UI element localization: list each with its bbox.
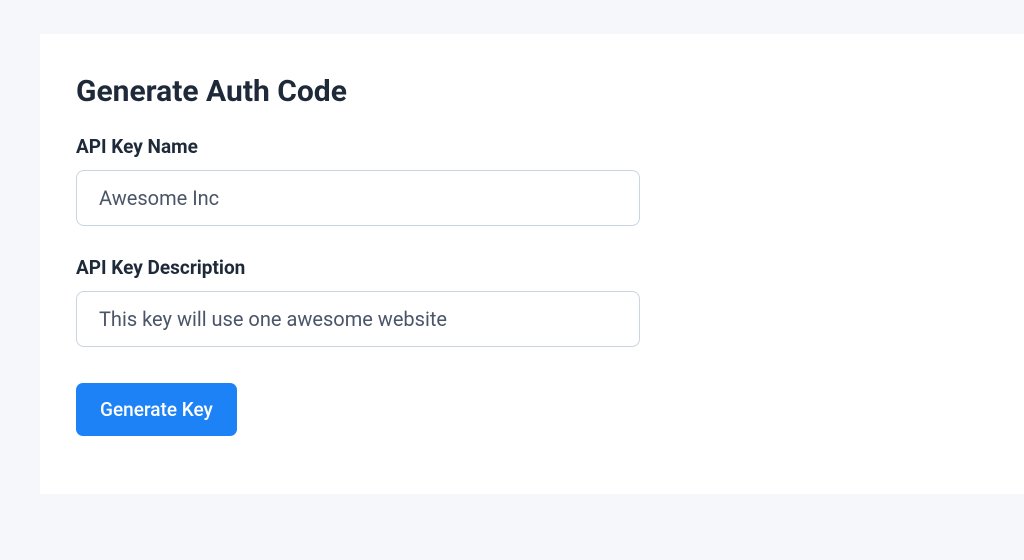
api-key-name-label: API Key Name (76, 135, 988, 158)
api-key-name-group: API Key Name (76, 135, 988, 226)
api-key-description-group: API Key Description (76, 256, 988, 347)
api-key-description-input[interactable] (76, 291, 640, 347)
generate-auth-code-card: Generate Auth Code API Key Name API Key … (40, 34, 1024, 494)
generate-key-button[interactable]: Generate Key (76, 383, 237, 436)
api-key-name-input[interactable] (76, 170, 640, 226)
api-key-description-label: API Key Description (76, 256, 988, 279)
page-title: Generate Auth Code (76, 74, 988, 109)
